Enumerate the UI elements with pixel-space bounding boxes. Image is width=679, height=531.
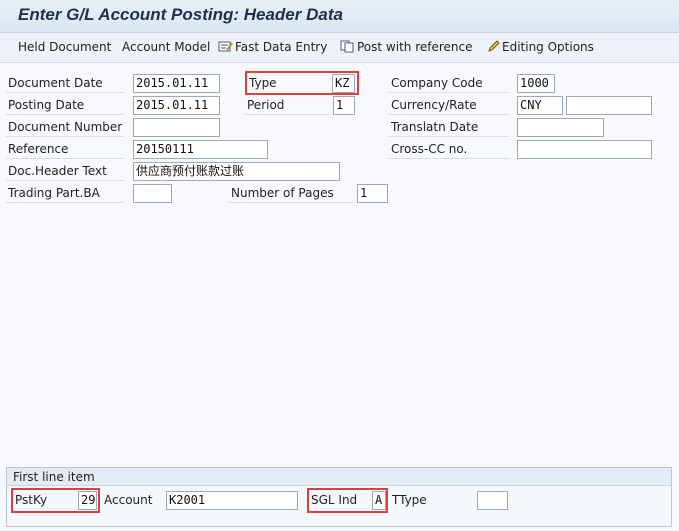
translatn-date-label: Translatn Date: [389, 118, 509, 137]
first-line-item-title: First line item: [7, 468, 671, 486]
post-with-reference-button[interactable]: Post with reference: [340, 40, 473, 56]
type-label: Type: [249, 76, 277, 90]
doc-header-text-field[interactable]: 供应商预付账款过账: [133, 162, 340, 181]
account-model-button[interactable]: Account Model: [122, 40, 210, 54]
translatn-date-field[interactable]: [517, 118, 604, 137]
currency-rate-label: Currency/Rate: [389, 96, 509, 115]
trading-part-ba-field[interactable]: [133, 184, 172, 203]
held-document-button[interactable]: Held Document: [18, 40, 111, 54]
currency-field[interactable]: CNY: [517, 96, 563, 115]
post-with-reference-label: Post with reference: [357, 40, 473, 54]
company-code-field[interactable]: 1000: [517, 74, 555, 93]
cross-cc-no-label: Cross-CC no.: [389, 140, 509, 159]
pstky-label: PstKy: [15, 493, 48, 507]
ttype-field[interactable]: [477, 491, 508, 510]
pencil-icon: [487, 40, 500, 56]
window-title: Enter G/L Account Posting: Header Data: [18, 5, 343, 24]
posting-date-label: Posting Date: [6, 96, 124, 115]
trading-part-ba-label: Trading Part.BA: [6, 184, 124, 203]
sgl-ind-label: SGL Ind: [311, 493, 358, 507]
company-code-label: Company Code: [389, 74, 509, 93]
title-bar: Enter G/L Account Posting: Header Data: [0, 0, 679, 33]
document-date-field[interactable]: 2015.01.11: [133, 74, 220, 93]
document-number-label: Document Number: [6, 118, 124, 137]
fast-data-entry-button[interactable]: Fast Data Entry: [218, 40, 327, 56]
account-field[interactable]: K2001: [166, 491, 298, 510]
type-field[interactable]: KZ: [332, 74, 355, 93]
sgl-ind-field[interactable]: A: [372, 491, 386, 510]
period-field[interactable]: 1: [333, 96, 355, 115]
editing-options-button[interactable]: Editing Options: [487, 40, 594, 56]
copy-document-icon: [340, 40, 355, 56]
posting-date-field[interactable]: 2015.01.11: [133, 96, 220, 115]
fast-data-entry-icon: [218, 40, 233, 56]
reference-field[interactable]: 20150111: [133, 140, 268, 159]
fast-data-entry-label: Fast Data Entry: [235, 40, 328, 54]
editing-options-label: Editing Options: [502, 40, 594, 54]
account-label: Account: [104, 493, 153, 507]
pstky-field[interactable]: 29: [78, 491, 97, 510]
cross-cc-no-field[interactable]: [517, 140, 652, 159]
period-label: Period: [245, 96, 329, 115]
number-of-pages-label: Number of Pages: [229, 184, 353, 203]
reference-label: Reference: [6, 140, 124, 159]
doc-header-text-label: Doc.Header Text: [6, 162, 124, 181]
ttype-label: TType: [392, 493, 427, 507]
document-number-field[interactable]: [133, 118, 220, 137]
document-date-label: Document Date: [6, 74, 124, 93]
number-of-pages-field[interactable]: 1: [357, 184, 388, 203]
exchange-rate-field[interactable]: [566, 96, 652, 115]
application-toolbar: Held Document Account Model Fast Data En…: [0, 33, 679, 63]
